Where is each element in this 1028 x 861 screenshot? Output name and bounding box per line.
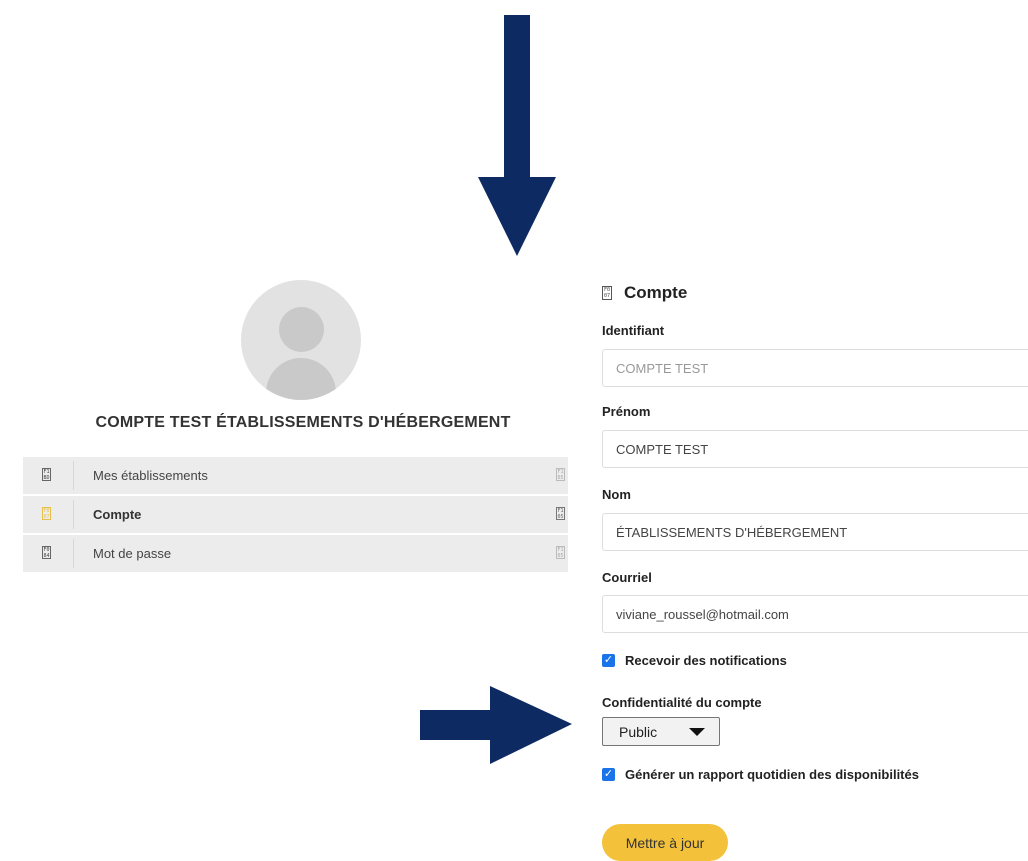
menu-item-label: Compte <box>93 507 142 522</box>
notifications-checkbox[interactable]: ✓ <box>602 654 615 667</box>
chevron-right-icon: F1 05 <box>556 546 565 559</box>
menu-item-password[interactable]: F0 84 Mot de passe F1 05 <box>23 535 568 574</box>
key-icon: F0 84 <box>42 546 51 559</box>
nom-field[interactable] <box>602 513 1028 551</box>
identifiant-field[interactable] <box>602 349 1028 387</box>
email-field[interactable] <box>602 595 1028 633</box>
notifications-row: ✓ Recevoir des notifications <box>602 653 787 668</box>
account-icon: F0 07 <box>42 507 51 520</box>
confidentialite-label: Confidentialité du compte <box>602 695 762 710</box>
account-menu: F1 BD Mes établissements F1 05 F0 07 Compte… <box>23 457 568 574</box>
rapport-row: ✓ Générer un rapport quotidien des dispo… <box>602 767 919 782</box>
prenom-field[interactable] <box>602 430 1028 468</box>
profile-name: COMPTE TEST ÉTABLISSEMENTS D'HÉBERGEMENT <box>95 414 511 431</box>
confidentialite-select[interactable]: Public <box>602 717 720 746</box>
building-icon: F1 BD <box>42 468 51 481</box>
rapport-label: Générer un rapport quotidien des disponi… <box>625 767 919 782</box>
rapport-checkbox[interactable]: ✓ <box>602 768 615 781</box>
confidentialite-value: Public <box>619 723 658 740</box>
identifiant-label: Identifiant <box>602 323 665 338</box>
right-arrow-annotation <box>420 686 572 764</box>
avatar <box>241 280 361 400</box>
form-title: F0 07 Compte <box>602 283 687 303</box>
notifications-label: Recevoir des notifications <box>625 653 787 668</box>
menu-item-label: Mes établissements <box>93 468 208 483</box>
account-icon: F0 07 <box>602 286 612 300</box>
chevron-right-icon: F1 05 <box>556 468 565 481</box>
courriel-label: Courriel <box>602 570 652 585</box>
menu-item-establishments[interactable]: F1 BD Mes établissements F1 05 <box>23 457 568 496</box>
menu-item-account[interactable]: F0 07 Compte F1 05 <box>23 496 568 535</box>
down-arrow-annotation <box>478 15 556 256</box>
prenom-label: Prénom <box>602 404 651 419</box>
chevron-right-icon: F1 05 <box>556 507 565 520</box>
caret-down-icon <box>689 728 705 736</box>
update-button[interactable]: Mettre à jour <box>602 824 728 861</box>
nom-label: Nom <box>602 487 631 502</box>
form-title-text: Compte <box>624 283 688 302</box>
menu-item-label: Mot de passe <box>93 546 172 561</box>
